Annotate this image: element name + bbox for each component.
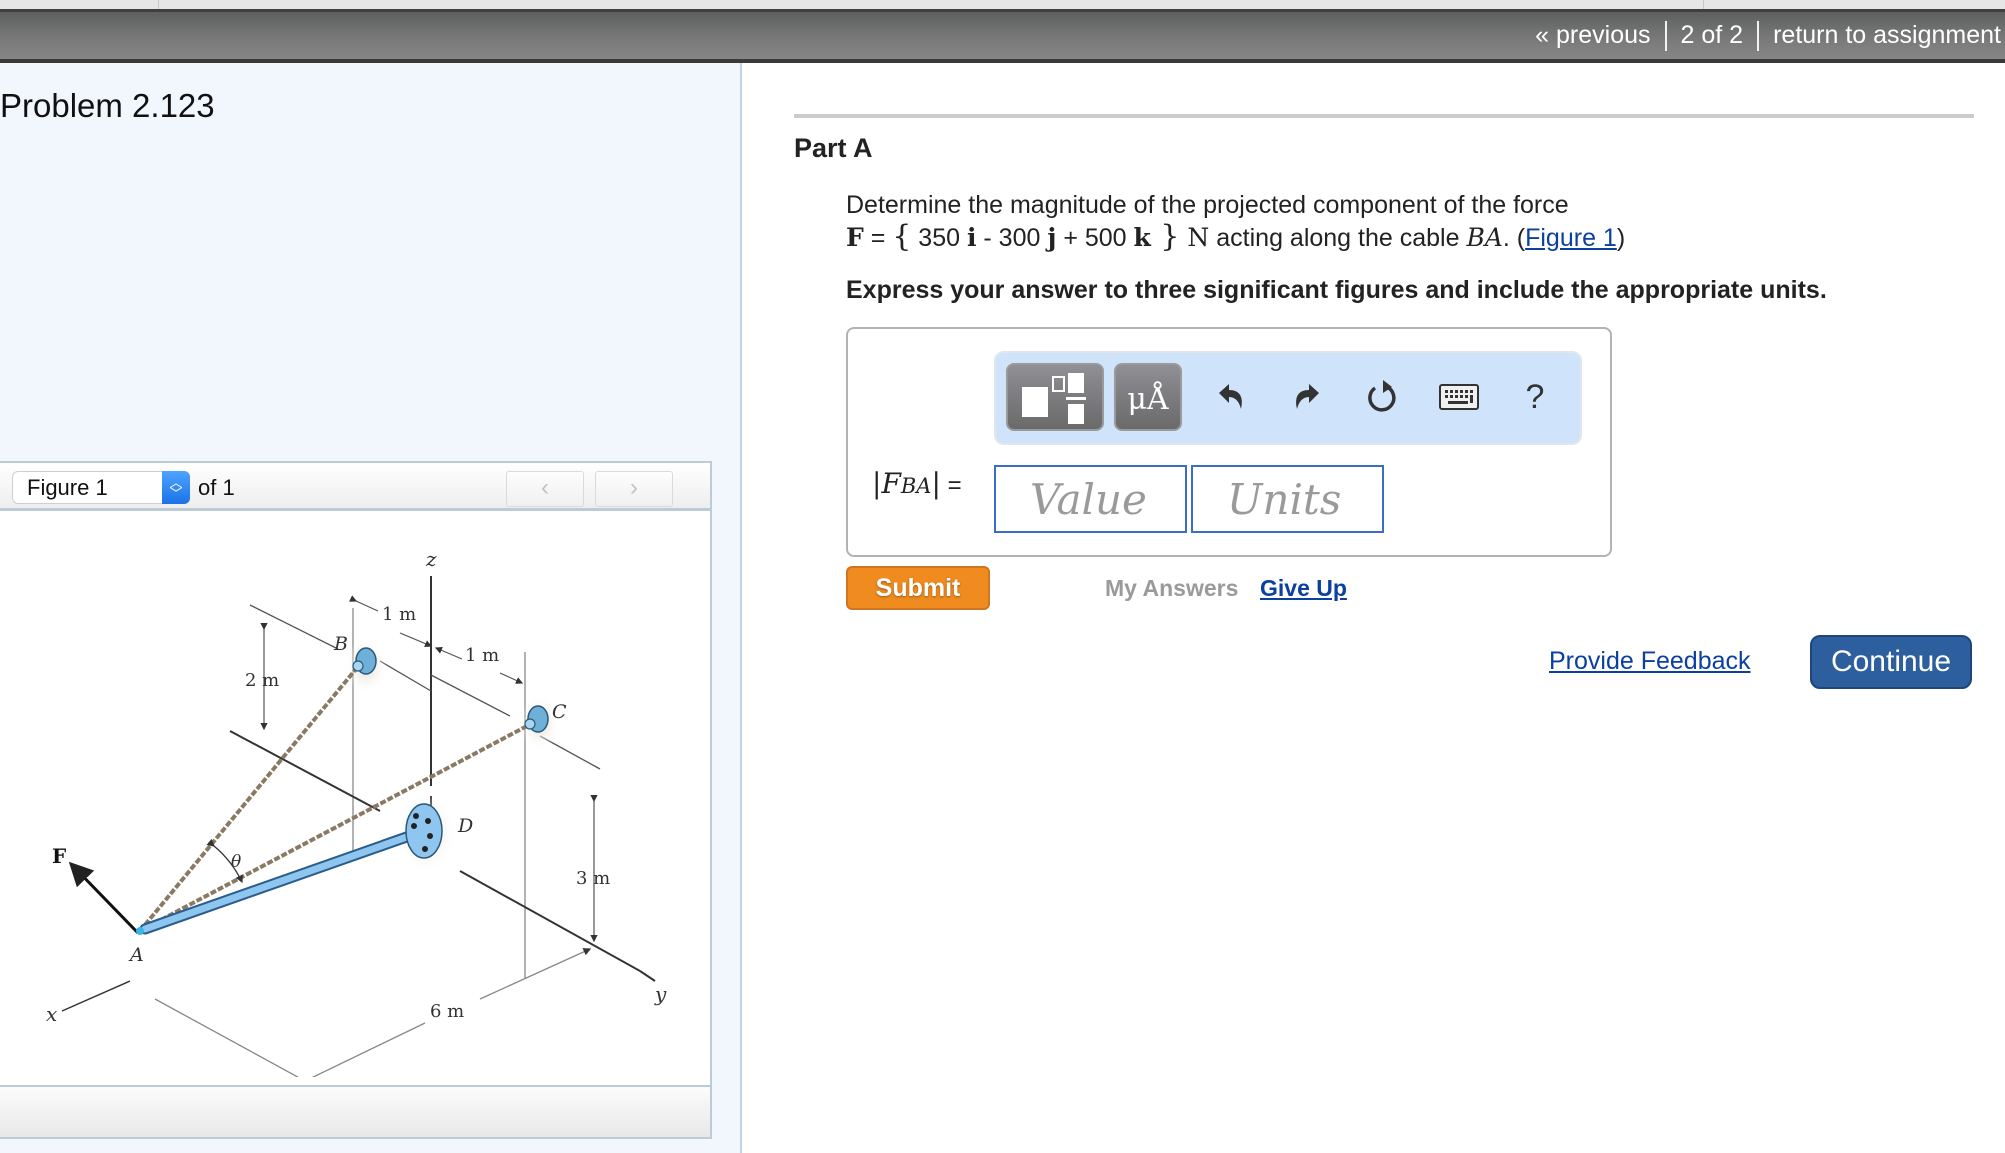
reset-button[interactable] (1358, 371, 1408, 423)
next-figure-button[interactable]: › (595, 471, 673, 507)
figure-select[interactable]: Figure 1 ︿ ﹀ (12, 471, 190, 504)
math-toolbar: μÅ ? (994, 351, 1582, 445)
force-symbol: F (846, 223, 864, 252)
dim-2m: 2 m (245, 670, 279, 691)
dim-1m-b: 1 m (465, 645, 499, 666)
label-x: x (46, 1002, 57, 1026)
previous-link[interactable]: « previous (1535, 21, 1650, 50)
templates-button[interactable] (1006, 363, 1104, 431)
reset-icon (1368, 380, 1396, 412)
units-input[interactable] (1191, 465, 1384, 533)
figure-panel: Figure 1 ︿ ﹀ of 1 ‹ › z y x 2 m 3 m 1 m … (0, 461, 712, 1139)
units-icon: μÅ (1127, 382, 1169, 417)
templates-icon (1022, 373, 1086, 424)
point-a (136, 927, 144, 935)
cable-symbol: BA (1466, 223, 1503, 252)
problem-navbar: « previous 2 of 2 return to assignment (0, 9, 2005, 63)
problem-title: Problem 2.123 (0, 87, 215, 124)
keyboard-icon (1439, 384, 1479, 410)
provide-feedback-link[interactable]: Provide Feedback (1549, 647, 1751, 676)
part-divider (794, 114, 1974, 118)
figure-footer (0, 1085, 712, 1139)
force-f-arrow (68, 861, 140, 935)
part-content: Part A Determine the magnitude of the pr… (742, 63, 2005, 1153)
redo-button[interactable] (1282, 371, 1332, 423)
dim-1m-a: 1 m (382, 604, 416, 625)
label-theta: θ (231, 852, 241, 872)
answer-box: μÅ ? |FBA| = (846, 327, 1612, 557)
y-axis (459, 870, 641, 972)
previous-figure-button[interactable]: ‹ (506, 471, 584, 507)
question-line-2: F = { 350 i - 300 j + 500 k } N acting a… (846, 219, 1626, 254)
figure-1-link[interactable]: Figure 1 (1525, 224, 1617, 252)
help-icon: ? (1525, 377, 1545, 416)
figure-toolbar: Figure 1 ︿ ﹀ of 1 ‹ › (0, 463, 710, 511)
help-button[interactable]: ? (1510, 371, 1560, 423)
answer-label: |FBA| = (872, 467, 962, 500)
answer-instruction: Express your answer to three significant… (846, 276, 1827, 304)
chevron-right-icon: › (630, 474, 638, 501)
label-z: z (425, 547, 437, 571)
submit-button[interactable]: Submit (846, 566, 990, 610)
part-title: Part A (794, 133, 873, 163)
units-button[interactable]: μÅ (1114, 363, 1182, 431)
give-up-link[interactable]: Give Up (1260, 575, 1347, 602)
value-input[interactable] (994, 465, 1187, 533)
support-d (405, 803, 443, 859)
my-answers-link[interactable]: My Answers (1105, 575, 1238, 602)
label-a: A (128, 944, 144, 966)
label-f: F (52, 844, 66, 868)
label-d: D (457, 815, 473, 837)
figure-select-value: Figure 1 (27, 475, 108, 500)
continue-button[interactable]: Continue (1810, 635, 1972, 689)
question-line-1: Determine the magnitude of the projected… (846, 191, 1569, 219)
keyboard-button[interactable] (1434, 371, 1484, 423)
label-b: B (333, 633, 348, 655)
dim-6m: 6 m (430, 1001, 464, 1022)
select-arrows-icon: ︿ ﹀ (162, 471, 190, 504)
problem-nav-links: « previous 2 of 2 return to assignment (1535, 12, 2001, 59)
return-to-assignment-link[interactable]: return to assignment (1773, 21, 2001, 50)
x-axis (61, 980, 131, 1012)
label-y: y (654, 982, 667, 1006)
figure-diagram: z y x 2 m 3 m 1 m 1 m 6 m F θ A B C D (46, 547, 667, 1077)
undo-icon (1219, 384, 1242, 409)
undo-button[interactable] (1206, 371, 1256, 423)
browser-top-strip (0, 0, 2005, 9)
label-c: C (552, 701, 567, 723)
nav-separator (1664, 20, 1667, 51)
redo-icon (1296, 384, 1319, 409)
chevron-left-icon: ‹ (541, 474, 549, 501)
nav-separator (1757, 20, 1760, 51)
question-text: Determine the magnitude of the projected… (846, 190, 1625, 254)
figure-count: of 1 (198, 475, 235, 500)
problem-position: 2 of 2 (1680, 21, 1744, 49)
dim-3m: 3 m (576, 868, 610, 889)
problem-sidebar: Problem 2.123 Figure 1 ︿ ﹀ of 1 ‹ › z y … (0, 63, 742, 1153)
